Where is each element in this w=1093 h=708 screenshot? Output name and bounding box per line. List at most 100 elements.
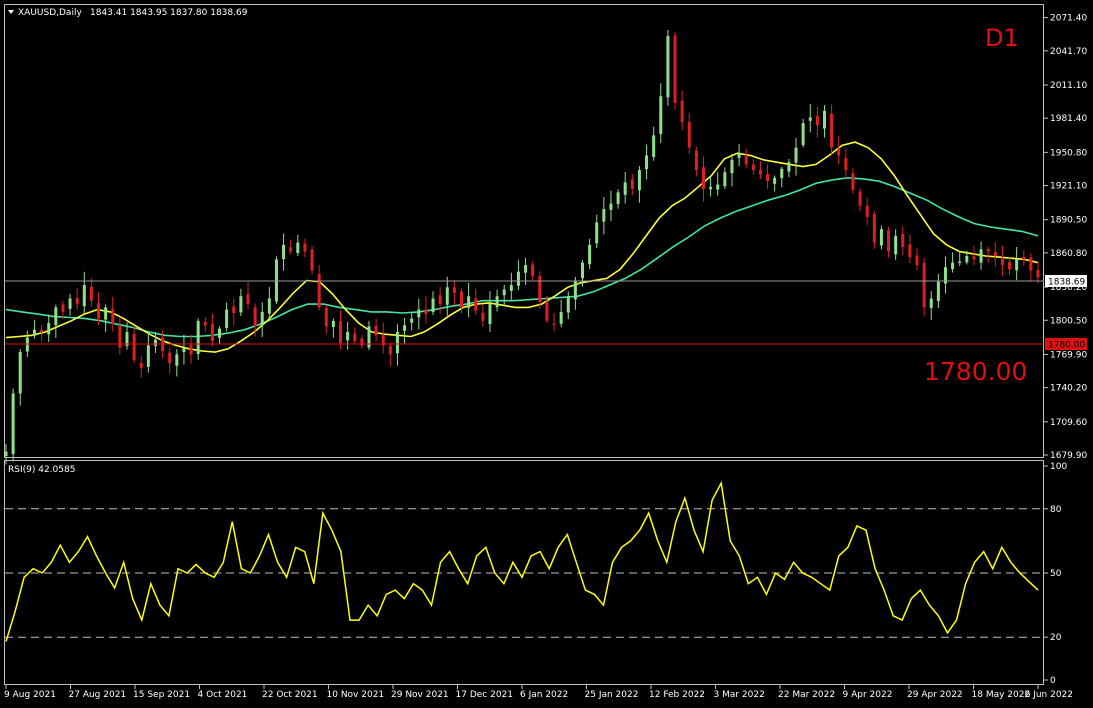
candle-body — [317, 273, 321, 308]
price-chart-window[interactable]: 2071.40 2041.70 2011.10 1981.40 1950.80 1921.… — [0, 0, 1093, 708]
date-tick-label: 10 Nov 2021 — [327, 690, 385, 700]
candle-body — [972, 256, 976, 260]
date-tick-label: 6 Jan 2022 — [520, 690, 568, 700]
candle-body — [872, 213, 876, 243]
candle-body — [737, 153, 741, 158]
candle-body — [830, 113, 834, 148]
candle-body — [1022, 256, 1026, 260]
candle-body — [659, 96, 663, 134]
rsi-tick-label: 0 — [1050, 676, 1056, 686]
candle-body — [993, 252, 997, 257]
candle-body — [225, 309, 229, 329]
candle-body — [403, 325, 407, 331]
candle-body — [623, 182, 627, 195]
candle-body — [687, 121, 691, 148]
date-tick-label: 9 Apr 2022 — [843, 690, 893, 700]
candle-body — [168, 352, 172, 364]
candle-body — [573, 280, 577, 300]
candle-body — [751, 164, 755, 170]
level-price-tag-text: 1780.00 — [1048, 341, 1085, 351]
candle-body — [303, 243, 307, 252]
candle-body — [139, 362, 143, 368]
candle-body — [1036, 270, 1040, 278]
candle-body — [40, 329, 44, 332]
candle-body — [54, 307, 58, 326]
candle-body — [474, 298, 478, 311]
candle-body — [531, 264, 535, 277]
candle-body — [189, 345, 193, 355]
candle-body — [431, 298, 435, 312]
candle-body — [901, 233, 905, 248]
candle-body — [274, 259, 278, 302]
price-tick-label: 1740.20 — [1050, 384, 1087, 394]
candle-body — [296, 242, 300, 254]
candle-body — [645, 155, 649, 170]
candle-body — [509, 285, 513, 291]
candle-body — [460, 291, 464, 308]
candle-body — [566, 296, 570, 313]
price-tick-label: 1860.80 — [1050, 249, 1087, 259]
candle-body — [936, 281, 940, 302]
candle-body — [580, 262, 584, 279]
date-tick-label: 4 Oct 2021 — [198, 690, 248, 700]
candle-body — [680, 100, 684, 122]
candle-body — [75, 298, 79, 305]
candle-body — [246, 294, 250, 305]
candle-body — [82, 285, 86, 307]
candle-body — [1008, 262, 1012, 270]
candle-body — [815, 115, 819, 126]
candle-body — [744, 156, 748, 165]
date-tick-label: 18 May 2022 — [972, 690, 1031, 700]
candle-body — [18, 352, 22, 394]
candle-body — [239, 296, 243, 313]
date-tick-label: 29 Apr 2022 — [907, 690, 963, 700]
date-tick-label: 3 Mar 2022 — [714, 690, 765, 700]
candle-body — [673, 35, 677, 103]
candle-body — [4, 451, 8, 457]
candle-body — [787, 162, 791, 172]
candle-body — [666, 35, 670, 98]
level-annotation: 1780.00 — [924, 357, 1027, 386]
candle-body — [844, 157, 848, 170]
candle-body — [588, 244, 592, 265]
candle-body — [701, 167, 705, 189]
candle-body — [481, 312, 485, 321]
candle-body — [324, 308, 328, 327]
candle-body — [538, 276, 542, 302]
candle-body — [894, 235, 898, 255]
candle-body — [203, 321, 207, 326]
candle-body — [331, 320, 335, 327]
date-tick-label: 27 Aug 2021 — [69, 690, 127, 700]
candle-body — [552, 323, 556, 325]
candle-body — [559, 311, 563, 324]
candle-body — [1015, 259, 1019, 271]
symbol-label[interactable]: XAUUSD,Daily — [18, 8, 82, 18]
candle-body — [395, 331, 399, 354]
candle-body — [694, 150, 698, 170]
price-tick-label: 1709.60 — [1050, 418, 1087, 428]
candle-body — [153, 339, 157, 346]
candle-body — [488, 304, 492, 325]
candle-body — [353, 333, 357, 341]
date-tick-label: 12 Feb 2022 — [649, 690, 705, 700]
candle-body — [922, 263, 926, 308]
candle-body — [822, 110, 826, 129]
candle-body — [445, 287, 449, 305]
price-tick-label: 1769.90 — [1050, 350, 1087, 360]
candle-body — [545, 301, 549, 321]
candle-body — [182, 347, 186, 352]
candle-body — [773, 177, 777, 184]
candle-body — [218, 328, 222, 338]
candle-body — [965, 256, 969, 263]
candle-body — [111, 309, 115, 325]
candle-body — [780, 168, 784, 179]
rsi-tick-label: 20 — [1050, 633, 1062, 643]
price-tick-label: 1800.50 — [1050, 316, 1087, 326]
candle-body — [310, 249, 314, 271]
candle-body — [495, 296, 499, 308]
rsi-label: RSI(9) 42.0585 — [8, 465, 75, 475]
candle-body — [47, 323, 51, 335]
candle-body — [986, 248, 990, 252]
candle-body — [61, 304, 65, 312]
candle-body — [11, 393, 15, 455]
